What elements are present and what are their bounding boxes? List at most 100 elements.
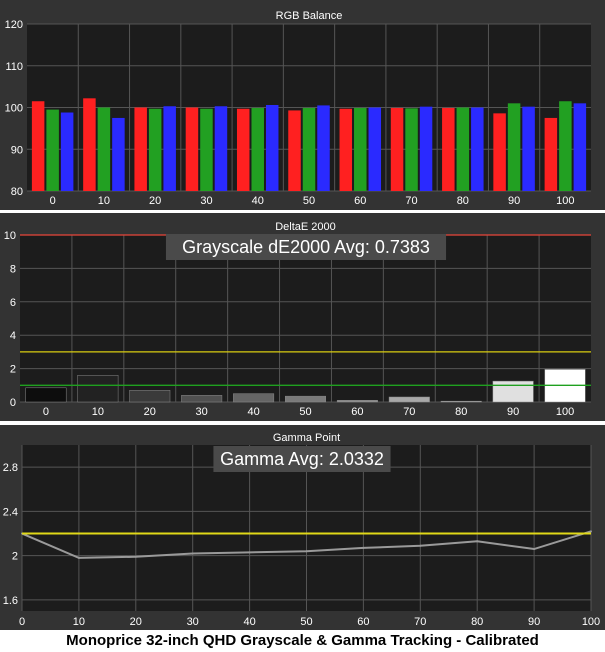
x-tick-label: 10 bbox=[98, 195, 110, 207]
annotation-text: Gamma Avg: 2.0332 bbox=[220, 449, 384, 469]
rgb-bar bbox=[112, 117, 125, 191]
x-tick-label: 100 bbox=[556, 406, 574, 418]
gamma-point bbox=[533, 548, 536, 551]
deltae-bar bbox=[181, 395, 223, 403]
rgb-bar bbox=[46, 109, 59, 191]
rgb-bar bbox=[419, 106, 433, 191]
y-tick-label: 6 bbox=[10, 297, 16, 309]
figure-caption: Monoprice 32-inch QHD Grayscale & Gamma … bbox=[66, 632, 539, 649]
rgb-bar bbox=[288, 110, 301, 191]
x-tick-label: 30 bbox=[200, 195, 212, 207]
y-tick-label: 90 bbox=[11, 144, 23, 156]
rgb-bar bbox=[354, 107, 367, 191]
rgb-bar bbox=[134, 107, 147, 191]
y-tick-label: 110 bbox=[5, 61, 23, 73]
rgb-bar bbox=[522, 106, 535, 191]
deltae-bar bbox=[336, 400, 378, 403]
x-tick-label: 40 bbox=[247, 406, 259, 418]
rgb-bar bbox=[214, 106, 228, 191]
x-tick-label: 70 bbox=[403, 406, 415, 418]
x-tick-label: 30 bbox=[187, 616, 199, 628]
gamma-point bbox=[248, 551, 251, 554]
rgb-bar bbox=[236, 108, 250, 191]
x-tick-label: 60 bbox=[351, 406, 363, 418]
rgb-bar bbox=[442, 107, 455, 191]
x-tick-label: 10 bbox=[92, 406, 104, 418]
y-tick-label: 1.6 bbox=[3, 595, 18, 607]
deltae-bar bbox=[388, 396, 430, 403]
annotation-box: Grayscale dE2000 Avg: 0.7383 bbox=[165, 234, 447, 260]
y-tick-label: 80 bbox=[11, 186, 23, 198]
x-tick-label: 80 bbox=[457, 195, 469, 207]
rgb-bar bbox=[390, 107, 404, 191]
rgb-bar bbox=[163, 106, 176, 191]
rgb-bar bbox=[559, 101, 572, 191]
rgb-bar bbox=[317, 105, 330, 191]
rgb-bar bbox=[148, 108, 162, 191]
rgb-bar bbox=[405, 108, 418, 191]
x-tick-label: 20 bbox=[144, 406, 156, 418]
deltae-bar bbox=[25, 387, 67, 403]
gamma-point bbox=[476, 540, 479, 543]
chart-title: RGB Balance bbox=[276, 10, 343, 22]
x-tick-label: 70 bbox=[405, 195, 417, 207]
x-tick-label: 100 bbox=[556, 195, 574, 207]
deltae-bar bbox=[440, 400, 482, 403]
x-tick-label: 40 bbox=[252, 195, 264, 207]
chart-title: Gamma Point bbox=[273, 432, 340, 444]
x-tick-label: 40 bbox=[243, 616, 255, 628]
rgb-bar bbox=[185, 107, 199, 191]
y-tick-label: 120 bbox=[5, 19, 23, 31]
rgb-bar bbox=[507, 103, 521, 191]
x-tick-label: 0 bbox=[43, 406, 49, 418]
x-tick-label: 80 bbox=[455, 406, 467, 418]
gamma-point bbox=[77, 556, 80, 559]
deltae-bar bbox=[77, 375, 119, 403]
rgb-bar bbox=[456, 107, 470, 191]
x-tick-label: 20 bbox=[149, 195, 161, 207]
gamma-point bbox=[419, 544, 422, 547]
annotation-box: Gamma Avg: 2.0332 bbox=[213, 446, 391, 472]
x-tick-label: 0 bbox=[19, 616, 25, 628]
gamma-point bbox=[191, 552, 194, 555]
deltae-bar bbox=[233, 393, 275, 403]
x-tick-label: 20 bbox=[130, 616, 142, 628]
rgb-bar bbox=[251, 107, 264, 191]
deltae-bar bbox=[492, 380, 534, 403]
x-tick-label: 90 bbox=[507, 406, 519, 418]
x-tick-label: 50 bbox=[303, 195, 315, 207]
rgb-bar bbox=[339, 108, 353, 191]
y-tick-label: 2 bbox=[12, 551, 18, 563]
x-tick-label: 50 bbox=[299, 406, 311, 418]
y-tick-label: 2 bbox=[10, 364, 16, 376]
x-tick-label: 70 bbox=[414, 616, 426, 628]
annotation-text: Grayscale dE2000 Avg: 0.7383 bbox=[182, 237, 430, 257]
chart-title: DeltaE 2000 bbox=[275, 221, 336, 233]
charts-svg: RGB Balance80901001101200 10 20 30 40 50 60 70 8… bbox=[0, 0, 605, 630]
gamma-point bbox=[362, 546, 365, 549]
rgb-bar bbox=[200, 108, 213, 191]
rgb-bar bbox=[265, 104, 279, 191]
x-tick-label: 0 bbox=[50, 195, 56, 207]
y-tick-label: 8 bbox=[10, 263, 16, 275]
y-tick-label: 4 bbox=[10, 330, 16, 342]
gamma-point bbox=[305, 550, 308, 553]
rgb-bar bbox=[302, 107, 316, 191]
deltae-bar bbox=[285, 395, 326, 403]
x-tick-label: 90 bbox=[528, 616, 540, 628]
x-tick-label: 80 bbox=[471, 616, 483, 628]
rgb-bar bbox=[573, 103, 587, 191]
y-tick-label: 0 bbox=[10, 397, 16, 409]
rgb-bar bbox=[83, 98, 96, 191]
y-tick-label: 10 bbox=[4, 230, 16, 242]
x-tick-label: 60 bbox=[357, 616, 369, 628]
x-tick-label: 10 bbox=[73, 616, 85, 628]
chart-figure: RGB Balance 80 90 100 110 120 0 10 20 30 40 50 60 70 8… bbox=[0, 0, 605, 652]
x-tick-label: 30 bbox=[196, 406, 208, 418]
x-tick-label: 100 bbox=[582, 616, 600, 628]
y-tick-label: 2.4 bbox=[3, 506, 18, 518]
deltae-bar bbox=[129, 390, 171, 403]
rgb-bar bbox=[97, 107, 111, 191]
rgb-bar bbox=[368, 107, 382, 191]
x-tick-label: 90 bbox=[508, 195, 520, 207]
